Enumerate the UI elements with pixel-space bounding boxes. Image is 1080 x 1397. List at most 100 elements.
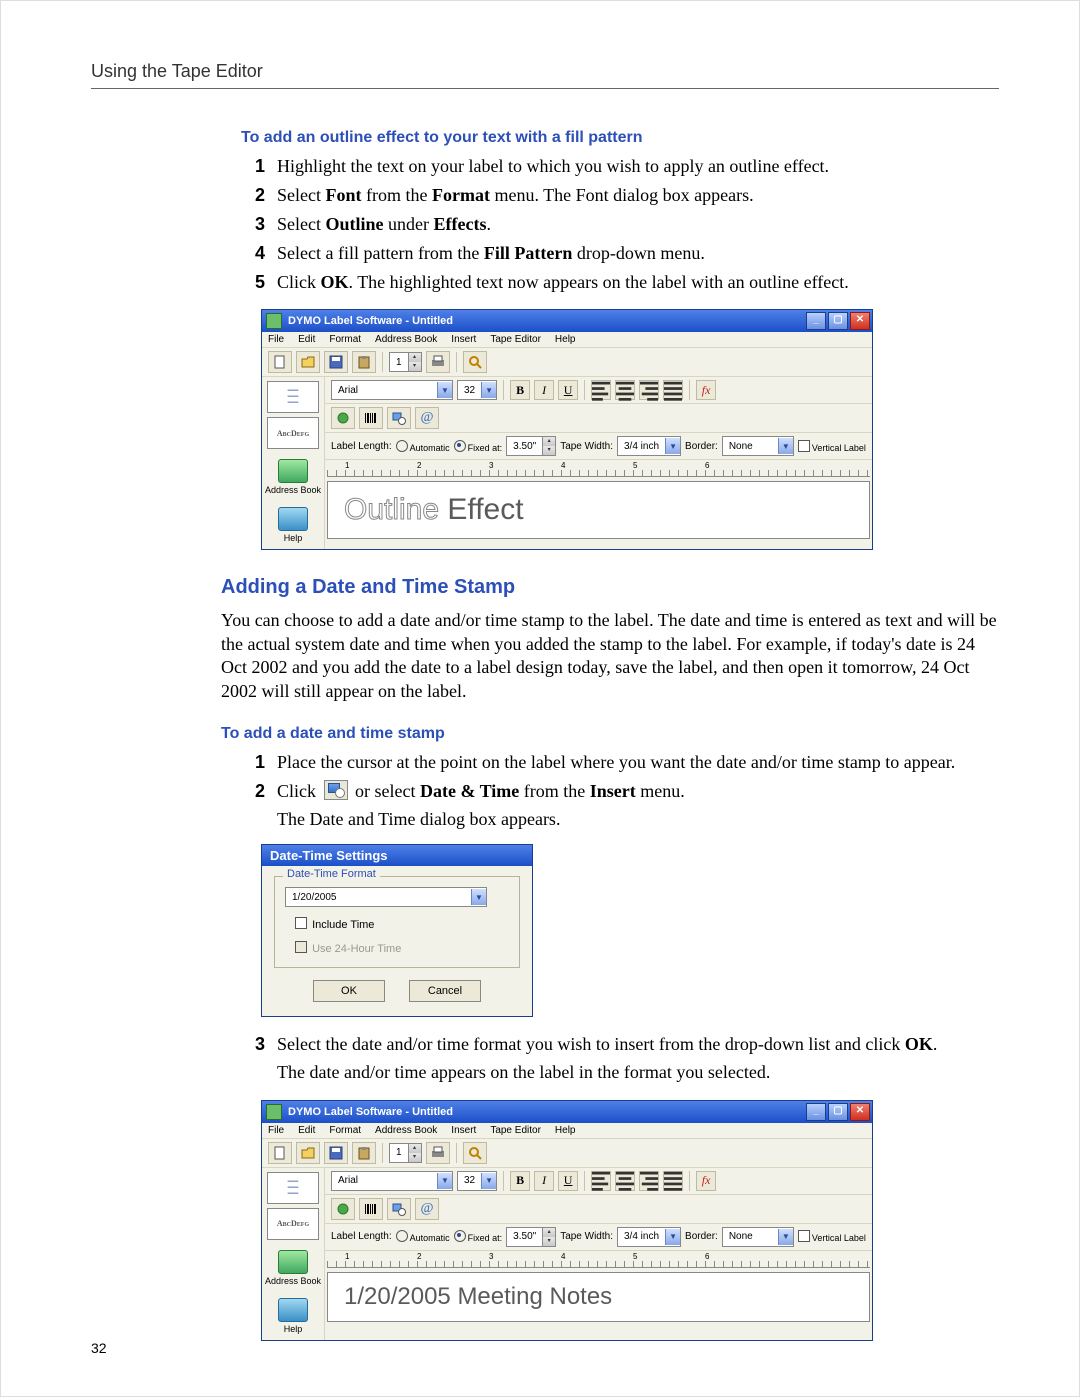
open-button[interactable] (296, 351, 320, 373)
toolbar-main: 1▴▾ (262, 348, 872, 377)
menu-item[interactable]: Tape Editor (490, 334, 541, 345)
insert-datetime-button[interactable] (387, 407, 411, 429)
align-center-button[interactable] (615, 1171, 635, 1191)
paste-button[interactable] (352, 351, 376, 373)
insert-datetime-button[interactable] (387, 1198, 411, 1220)
label-canvas[interactable]: Outline Effect (327, 481, 870, 539)
font-size-dropdown[interactable]: 32▼ (457, 380, 497, 400)
align-left-button[interactable] (591, 380, 611, 400)
tape-width-dropdown[interactable]: 3/4 inch▼ (617, 1227, 681, 1247)
fixed-length-spinner[interactable]: 3.50"▴▾ (506, 1227, 556, 1247)
align-right-button[interactable] (639, 1171, 659, 1191)
insert-barcode-button[interactable] (359, 1198, 383, 1220)
font-family-dropdown[interactable]: Arial▼ (331, 1171, 453, 1191)
italic-button[interactable]: I (534, 380, 554, 400)
chevron-down-icon[interactable]: ▼ (481, 1173, 496, 1189)
address-book-icon[interactable] (278, 459, 308, 483)
menu-item[interactable]: Format (329, 1125, 361, 1136)
bold-button[interactable]: B (510, 1171, 530, 1191)
sidebar-tile[interactable]: ABCDEFG (267, 1208, 319, 1240)
ok-button[interactable]: OK (313, 980, 385, 1002)
insert-symbol-button[interactable] (331, 407, 355, 429)
chevron-down-icon[interactable]: ▼ (437, 1173, 452, 1189)
menu-item[interactable]: Tape Editor (490, 1125, 541, 1136)
new-button[interactable] (268, 1142, 292, 1164)
label-canvas[interactable]: 1/20/2005 Meeting Notes (327, 1272, 870, 1322)
chevron-down-icon[interactable]: ▼ (665, 1229, 680, 1245)
checkbox-vertical-label[interactable]: Vertical Label (798, 440, 866, 453)
sidebar-tile[interactable]: ═════════ (267, 381, 319, 413)
underline-button[interactable]: U (558, 1171, 578, 1191)
effects-button[interactable]: fx (696, 380, 716, 400)
help-icon[interactable] (278, 1298, 308, 1322)
underline-button[interactable]: U (558, 380, 578, 400)
font-size-dropdown[interactable]: 32▼ (457, 1171, 497, 1191)
insert-symbol-button[interactable] (331, 1198, 355, 1220)
copies-spinner[interactable]: 1▴▾ (389, 1143, 422, 1163)
menu-item[interactable]: Help (555, 334, 576, 345)
bold-button[interactable]: B (510, 380, 530, 400)
maximize-button[interactable]: ▢ (828, 1103, 848, 1121)
zoom-button[interactable] (463, 1142, 487, 1164)
close-button[interactable]: ✕ (850, 312, 870, 330)
copies-spinner[interactable]: 1▴▾ (389, 352, 422, 372)
new-button[interactable] (268, 351, 292, 373)
menu-item[interactable]: Address Book (375, 1125, 437, 1136)
border-dropdown[interactable]: None▼ (722, 1227, 794, 1247)
save-button[interactable] (324, 1142, 348, 1164)
chevron-down-icon[interactable]: ▼ (481, 382, 496, 398)
toolbar-insert: @ (325, 404, 872, 433)
menu-item[interactable]: Insert (451, 1125, 476, 1136)
close-button[interactable]: ✕ (850, 1103, 870, 1121)
paste-button[interactable] (352, 1142, 376, 1164)
chevron-down-icon[interactable]: ▼ (778, 438, 793, 454)
cancel-button[interactable]: Cancel (409, 980, 481, 1002)
align-center-button[interactable] (615, 380, 635, 400)
insert-special-button[interactable]: @ (415, 1198, 439, 1220)
save-button[interactable] (324, 351, 348, 373)
align-left-button[interactable] (591, 1171, 611, 1191)
menu-item[interactable]: File (268, 334, 284, 345)
address-book-icon[interactable] (278, 1250, 308, 1274)
effects-button[interactable]: fx (696, 1171, 716, 1191)
radio-automatic[interactable]: Automatic (396, 1230, 450, 1243)
sidebar-tile[interactable]: ABCDEFG (267, 417, 319, 449)
chevron-down-icon[interactable]: ▼ (471, 889, 486, 905)
checkbox-vertical-label[interactable]: Vertical Label (798, 1230, 866, 1243)
insert-special-button[interactable]: @ (415, 407, 439, 429)
menu-item[interactable]: File (268, 1125, 284, 1136)
radio-fixed[interactable]: Fixed at: (454, 440, 503, 453)
checkbox-icon[interactable] (295, 917, 307, 929)
chevron-down-icon[interactable]: ▼ (778, 1229, 793, 1245)
open-button[interactable] (296, 1142, 320, 1164)
help-icon[interactable] (278, 507, 308, 531)
menu-item[interactable]: Insert (451, 334, 476, 345)
radio-automatic[interactable]: Automatic (396, 440, 450, 453)
fixed-length-spinner[interactable]: 3.50"▴▾ (506, 436, 556, 456)
print-button[interactable] (426, 1142, 450, 1164)
font-family-dropdown[interactable]: Arial▼ (331, 380, 453, 400)
align-justify-button[interactable] (663, 1171, 683, 1191)
sidebar-tile[interactable]: ═════════ (267, 1172, 319, 1204)
zoom-button[interactable] (463, 351, 487, 373)
menu-item[interactable]: Address Book (375, 334, 437, 345)
tape-width-dropdown[interactable]: 3/4 inch▼ (617, 436, 681, 456)
date-format-dropdown[interactable]: 1/20/2005 ▼ (285, 887, 487, 907)
minimize-button[interactable]: _ (806, 312, 826, 330)
chevron-down-icon[interactable]: ▼ (665, 438, 680, 454)
print-button[interactable] (426, 351, 450, 373)
minimize-button[interactable]: _ (806, 1103, 826, 1121)
menu-item[interactable]: Help (555, 1125, 576, 1136)
chevron-down-icon[interactable]: ▼ (437, 382, 452, 398)
align-justify-button[interactable] (663, 380, 683, 400)
border-dropdown[interactable]: None▼ (722, 436, 794, 456)
menu-item[interactable]: Edit (298, 1125, 315, 1136)
maximize-button[interactable]: ▢ (828, 312, 848, 330)
checkbox-include-time[interactable]: Include Time (295, 917, 509, 931)
radio-fixed[interactable]: Fixed at: (454, 1230, 503, 1243)
align-right-button[interactable] (639, 380, 659, 400)
menu-item[interactable]: Format (329, 334, 361, 345)
menu-item[interactable]: Edit (298, 334, 315, 345)
insert-barcode-button[interactable] (359, 407, 383, 429)
italic-button[interactable]: I (534, 1171, 554, 1191)
